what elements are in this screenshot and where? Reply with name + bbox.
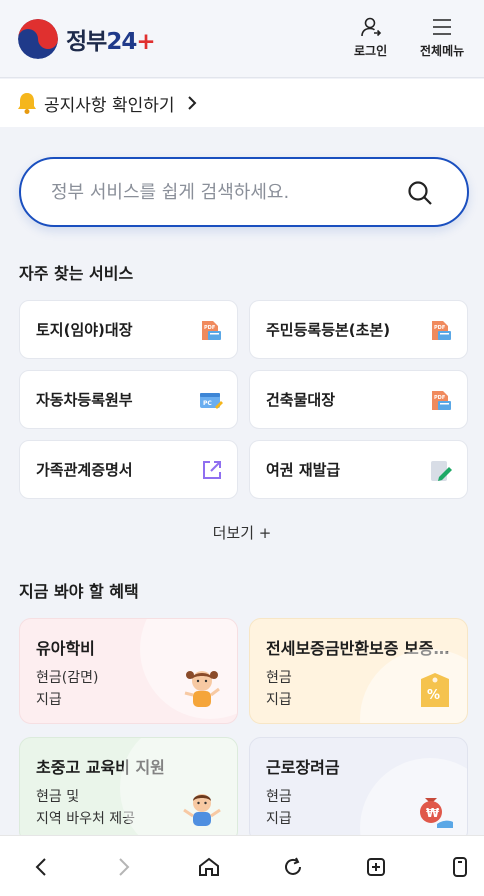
edit-doc-icon (431, 461, 452, 481)
service-label: 건축물대장 (266, 391, 336, 409)
gov24-logo[interactable]: 정부24+ (18, 19, 156, 59)
full-menu-button[interactable]: 전체메뉴 (420, 16, 464, 59)
search-icon[interactable] (407, 180, 433, 206)
bell-icon (18, 93, 36, 114)
pdf-doc-icon: PDF (432, 391, 451, 410)
forward-icon[interactable] (117, 857, 131, 877)
benefits-title: 지금 봐야 할 혜택 (19, 582, 139, 601)
service-item-land-register[interactable]: 토지(임야)대장 PDF (19, 300, 238, 359)
service-label: 주민등록등본(초본) (266, 321, 391, 339)
login-label: 로그인 (354, 44, 388, 58)
notice-text: 공지사항 확인하기 (44, 95, 175, 116)
child-icon (184, 671, 220, 707)
svg-text:₩: ₩ (426, 806, 440, 820)
benefit-card-jeonse-guarantee[interactable]: 전세보증금반환보증 보증료 지원 현금 지급 % (249, 618, 468, 724)
money-bag-icon: ₩ (420, 798, 453, 828)
tabs-icon[interactable] (452, 857, 468, 877)
search-box[interactable] (19, 157, 469, 227)
service-item-family-certificate[interactable]: 가족관계증명서 (19, 440, 238, 499)
reload-icon[interactable] (282, 857, 304, 877)
home-icon[interactable] (198, 857, 220, 877)
service-label: 여권 재발급 (266, 461, 341, 479)
hamburger-icon (433, 19, 452, 35)
pdf-doc-icon: PDF (432, 321, 451, 340)
frequent-services-title: 자주 찾는 서비스 (19, 264, 134, 283)
service-label: 토지(임야)대장 (36, 321, 133, 339)
benefit-card-earned-income[interactable]: 근로장려금 현금 지급 ₩ (249, 737, 468, 843)
login-button[interactable]: 로그인 (354, 16, 387, 59)
service-label: 가족관계증명서 (36, 461, 133, 479)
external-link-icon (203, 461, 221, 479)
svg-text:%: % (427, 688, 440, 703)
benefit-card-school-education[interactable]: 초중고 교육비 지원 현금 및 지역 바우처 제공 (19, 737, 238, 843)
pc-window-icon: PC (200, 393, 223, 409)
benefit-card-kindergarten[interactable]: 유아학비 현금(감면) 지급 (19, 618, 238, 724)
menu-label: 전체메뉴 (420, 44, 465, 58)
back-icon[interactable] (34, 857, 48, 877)
service-item-resident-register[interactable]: 주민등록등본(초본) PDF (249, 300, 468, 359)
student-icon (183, 794, 221, 826)
search-input[interactable] (51, 181, 381, 203)
service-item-building-register[interactable]: 건축물대장 PDF (249, 370, 468, 429)
chevron-right-icon (187, 96, 196, 110)
svg-text:PDF: PDF (434, 395, 445, 401)
notice-bar[interactable]: 공지사항 확인하기 (0, 79, 484, 127)
user-login-icon (360, 17, 381, 37)
service-item-vehicle-register[interactable]: 자동차등록원부 PC (19, 370, 238, 429)
price-tag-icon: % (421, 673, 449, 707)
svg-text:PDF: PDF (204, 325, 215, 331)
service-label: 자동차등록원부 (36, 391, 133, 409)
logo-text: 정부24+ (66, 29, 156, 55)
more-button[interactable]: 더보기 + (0, 522, 484, 543)
svg-text:PDF: PDF (434, 325, 445, 331)
svg-text:PC: PC (203, 400, 212, 407)
browser-bottom-bar (0, 835, 484, 896)
service-item-passport-reissue[interactable]: 여권 재발급 (249, 440, 468, 499)
more-label: 더보기 + (212, 524, 272, 542)
pdf-doc-icon: PDF (202, 321, 221, 340)
taegeuk-logo-icon (18, 19, 58, 59)
new-tab-icon[interactable] (366, 857, 386, 877)
header: 정부24+ 로그인 전체메뉴 (0, 0, 484, 78)
